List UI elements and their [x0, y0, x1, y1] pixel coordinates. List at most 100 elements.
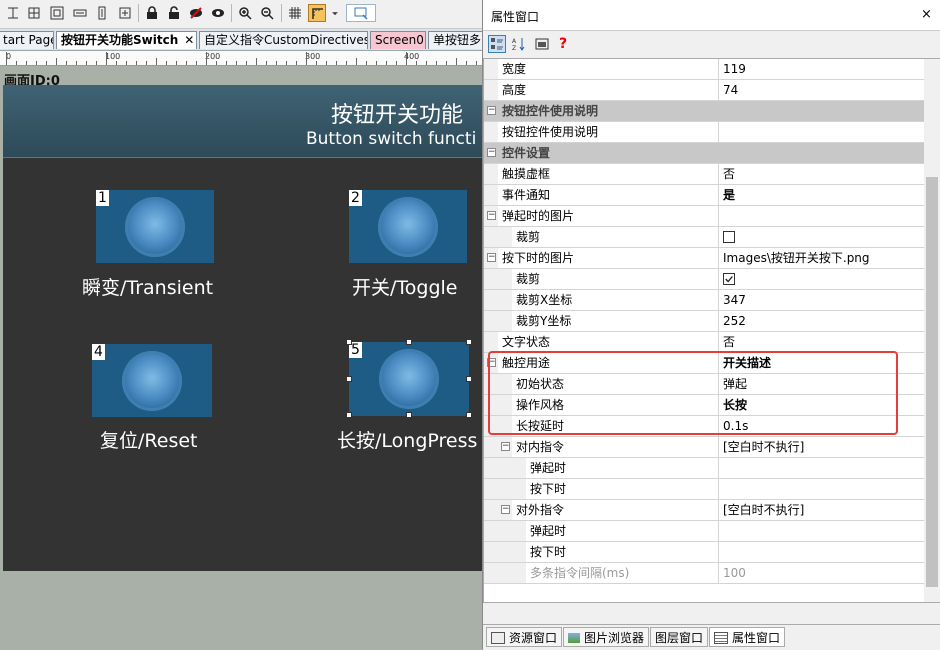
property-row[interactable]: 弹起时 [484, 521, 924, 542]
collapse-icon[interactable]: − [501, 442, 510, 451]
resize-handle[interactable] [466, 412, 472, 418]
button-transient[interactable]: 1 [96, 190, 214, 263]
resize-handle[interactable] [346, 376, 352, 382]
property-value[interactable]: 否 [718, 332, 924, 352]
scrollbar-thumb[interactable] [926, 177, 938, 587]
property-value[interactable] [718, 143, 924, 163]
collapse-icon[interactable]: − [487, 148, 496, 157]
collapse-icon[interactable]: − [501, 505, 510, 514]
unlock-icon[interactable] [165, 4, 183, 22]
property-value[interactable] [718, 227, 924, 247]
resize-handle[interactable] [346, 339, 352, 345]
property-row[interactable]: 宽度 119 [484, 59, 924, 80]
collapse-icon[interactable]: − [487, 253, 496, 262]
property-value[interactable]: [空白时不执行] [718, 500, 924, 520]
sort-az-icon[interactable]: AZ [510, 35, 528, 53]
property-name: 弹起时 [530, 524, 567, 538]
property-row[interactable]: 裁剪Y坐标 252 [484, 311, 924, 332]
property-value[interactable] [718, 101, 924, 121]
ruler-tick [16, 61, 17, 65]
property-row[interactable]: − 弹起时的图片 [484, 206, 924, 227]
zoom-out-icon[interactable] [258, 4, 276, 22]
property-value[interactable]: 是 [718, 185, 924, 205]
zoom-in-icon[interactable] [236, 4, 254, 22]
vertical-scrollbar[interactable] [924, 59, 940, 602]
checkbox[interactable] [723, 230, 735, 243]
panel-bottom-tabs: 资源窗口 图片浏览器 图层窗口 属性窗口 [483, 624, 940, 650]
button-longpress-selected[interactable]: 5 [349, 342, 469, 416]
align-box-icon[interactable] [48, 4, 66, 22]
close-tab-icon[interactable]: ✕ [184, 33, 194, 47]
tab-custom-directives[interactable]: 自定义指令CustomDirectives [199, 31, 368, 49]
property-row[interactable]: 文字状态 否 [484, 332, 924, 353]
property-row[interactable]: − 按下时的图片 Images\按钮开关按下.png [484, 248, 924, 269]
property-value[interactable] [718, 269, 924, 289]
property-value[interactable] [718, 479, 924, 499]
toolbar-overflow-icon[interactable] [329, 4, 341, 22]
property-row[interactable]: − 对外指令 [空白时不执行] [484, 500, 924, 521]
property-category[interactable]: − 按钮控件使用说明 [484, 101, 924, 122]
ruler-guide-icon[interactable] [308, 4, 326, 22]
tab-resource-window[interactable]: 资源窗口 [486, 627, 563, 647]
property-row[interactable]: 事件通知 是 [484, 185, 924, 206]
resize-handle[interactable] [406, 339, 412, 345]
categorized-icon[interactable] [488, 35, 506, 53]
property-row[interactable]: 按下时 [484, 542, 924, 563]
property-value[interactable]: 347 [718, 290, 924, 310]
property-value[interactable]: 否 [718, 164, 924, 184]
design-screen[interactable]: 按钮开关功能 Button switch functi 1 瞬变/Transie… [3, 85, 482, 571]
same-size-icon[interactable] [116, 4, 134, 22]
resize-handle[interactable] [466, 339, 472, 345]
tab-image-browser[interactable]: 图片浏览器 [563, 627, 650, 647]
close-icon[interactable]: × [921, 7, 932, 22]
property-value[interactable]: 100 [718, 563, 924, 583]
button-toggle[interactable]: 2 [349, 190, 467, 263]
align-center-icon[interactable] [25, 4, 43, 22]
property-row[interactable]: 高度 74 [484, 80, 924, 101]
property-row[interactable]: 裁剪X坐标 347 [484, 290, 924, 311]
tab-layer-window[interactable]: 图层窗口 [650, 627, 709, 647]
resize-handle[interactable] [406, 412, 412, 418]
collapse-icon[interactable]: − [487, 106, 496, 115]
resize-handle[interactable] [346, 412, 352, 418]
tab-button-switch[interactable]: 按钮开关功能Switch ✕ [56, 31, 197, 49]
same-height-icon[interactable] [93, 4, 111, 22]
hide-icon[interactable] [187, 4, 205, 22]
property-row[interactable]: 裁剪 [484, 269, 924, 290]
property-value[interactable] [718, 122, 924, 142]
property-row[interactable]: 按下时 [484, 479, 924, 500]
tab-screen0[interactable]: Screen0 [370, 31, 426, 49]
help-icon[interactable]: ? [554, 35, 572, 53]
checkbox[interactable] [723, 272, 735, 285]
same-width-icon[interactable] [71, 4, 89, 22]
tab-property-window[interactable]: 属性窗口 [709, 627, 786, 647]
property-row[interactable]: − 对内指令 [空白时不执行] [484, 437, 924, 458]
property-value[interactable]: 74 [718, 80, 924, 100]
property-value[interactable]: [空白时不执行] [718, 437, 924, 457]
property-row[interactable]: 触摸虚框 否 [484, 164, 924, 185]
property-value[interactable] [718, 458, 924, 478]
property-row[interactable]: 按钮控件使用说明 [484, 122, 924, 143]
property-pages-icon[interactable] [533, 35, 551, 53]
tab-single-button[interactable]: 单按钮多 [428, 31, 484, 49]
property-value[interactable]: 119 [718, 59, 924, 79]
property-row[interactable]: 裁剪 [484, 227, 924, 248]
property-row[interactable]: 弹起时 [484, 458, 924, 479]
lock-icon[interactable] [143, 4, 161, 22]
resize-handle[interactable] [466, 376, 472, 382]
screen-select-icon[interactable] [346, 4, 376, 22]
property-row[interactable]: 多条指令间隔(ms) 100 [484, 563, 924, 584]
grid-icon[interactable] [286, 4, 304, 22]
show-icon[interactable] [209, 4, 227, 22]
button-knob-icon [378, 196, 438, 257]
property-category[interactable]: − 控件设置 [484, 143, 924, 164]
align-center-vertical-icon[interactable] [4, 4, 22, 22]
property-value[interactable]: Images\按钮开关按下.png [718, 248, 924, 268]
property-value[interactable] [718, 521, 924, 541]
property-value[interactable] [718, 542, 924, 562]
property-value[interactable]: 252 [718, 311, 924, 331]
collapse-icon[interactable]: − [487, 211, 496, 220]
property-value[interactable] [718, 206, 924, 226]
tab-start-page[interactable]: tart Page [0, 31, 54, 49]
button-reset[interactable]: 4 [92, 344, 212, 417]
